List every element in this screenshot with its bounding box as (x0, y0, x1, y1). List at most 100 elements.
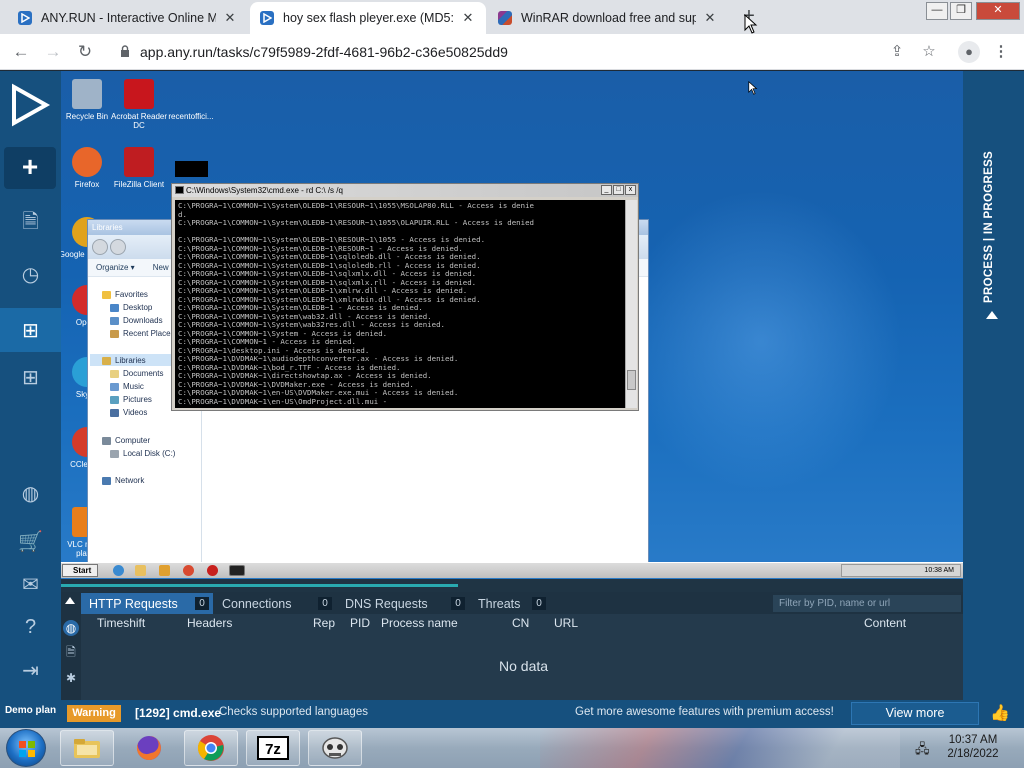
anyrun-logo-icon[interactable] (8, 81, 52, 129)
history-icon[interactable]: ◷ (0, 252, 61, 296)
tree-item[interactable]: Libraries (102, 356, 146, 365)
cmd-scrollbar[interactable] (625, 200, 637, 408)
close-tab-icon[interactable]: ✕ (460, 10, 476, 26)
taskbar-7zip[interactable]: 7z (246, 730, 300, 766)
tree-item[interactable]: Local Disk (C:) (110, 449, 175, 458)
lock-icon (120, 44, 130, 60)
column-pid[interactable]: PID (350, 616, 370, 630)
restore-window-button[interactable]: ❐ (950, 2, 972, 20)
filter-input[interactable]: Filter by PID, name or url (773, 595, 961, 612)
desktop-icon-filezilla[interactable]: FileZilla Client (109, 147, 169, 189)
taskbar-chrome[interactable] (184, 730, 238, 766)
debug-icon[interactable]: ✱ (63, 670, 79, 686)
cmd-console[interactable]: C:\PROGRA~1\COMMON~1\System\OLEDB~1\RESO… (175, 200, 625, 408)
reload-icon[interactable]: ↻ (74, 41, 96, 63)
collapse-panel-icon[interactable] (65, 597, 75, 604)
back-arrow-icon[interactable]: ← (10, 41, 32, 63)
tree-item[interactable]: Documents (110, 369, 163, 378)
cmd-task-icon[interactable] (229, 565, 245, 576)
browser-tab-anyrun[interactable]: ANY.RUN - Interactive Online Ma ✕ (8, 2, 248, 34)
star-icon (102, 290, 111, 299)
view-more-button[interactable]: View more (851, 702, 979, 725)
network-status-icon[interactable]: 🖧 (915, 740, 931, 756)
browser-tab-winrar[interactable]: WinRAR download free and supp ✕ (488, 2, 728, 34)
chrome-icon (197, 735, 224, 761)
thumbs-up-icon[interactable]: 👍 (989, 703, 1011, 725)
ie-icon[interactable] (113, 565, 124, 576)
organize-button[interactable]: Organize ▾ (96, 263, 135, 272)
cmd-titlebar: C:\Windows\System32\cmd.exe - rd C:\ /s … (172, 184, 638, 197)
promo-text: Get more awesome features with premium a… (575, 706, 834, 718)
tab-count: 0 (451, 597, 465, 610)
forward-button[interactable] (110, 239, 126, 255)
bookmark-star-icon[interactable]: ☆ (918, 41, 940, 63)
new-task-button[interactable]: + (4, 147, 56, 189)
tree-item[interactable]: Videos (110, 408, 147, 417)
desktop-icon-label: recentoffici... (168, 112, 214, 121)
opera-icon[interactable] (207, 565, 218, 576)
cmd-minimize-button[interactable]: _ (601, 185, 612, 195)
windows-start-orb[interactable] (6, 729, 46, 767)
chrome-icon[interactable] (183, 565, 194, 576)
column-rep[interactable]: Rep (313, 616, 335, 630)
share-icon[interactable]: ⇪ (886, 41, 908, 63)
tab-connections[interactable]: Connections 0 (214, 593, 334, 614)
tree-item[interactable]: Network (102, 476, 144, 485)
media-icon[interactable] (159, 565, 170, 576)
explorer-icon[interactable] (135, 565, 146, 576)
tab-count: 0 (195, 597, 209, 610)
reports-icon[interactable]: 🗎 (0, 202, 61, 246)
process-status-strip[interactable]: PROCESS | IN PROGRESS (963, 71, 1024, 700)
scrollbar-thumb[interactable] (627, 370, 636, 390)
column-timeshift[interactable]: Timeshift (97, 616, 145, 630)
help-icon[interactable]: ? (0, 605, 61, 649)
tree-item[interactable]: Computer (102, 436, 150, 445)
back-button[interactable] (92, 239, 108, 255)
mail-icon[interactable]: ✉ (0, 562, 61, 606)
vm-screen[interactable]: Recycle Bin Acrobat Reader DC recentoffi… (61, 71, 963, 579)
tree-item[interactable]: Music (110, 382, 144, 391)
cmd-window[interactable]: C:\Windows\System32\cmd.exe - rd C:\ /s … (171, 183, 639, 411)
tree-item[interactable]: Desktop (110, 303, 152, 312)
column-cn[interactable]: CN (512, 616, 529, 630)
desktop-icon-acrobat[interactable]: Acrobat Reader DC (109, 79, 169, 130)
browser-menu-icon[interactable]: ⋮ (990, 41, 1012, 63)
profile-avatar-icon[interactable]: ● (958, 41, 980, 63)
files-icon[interactable]: 🗎 (63, 644, 79, 660)
network-globe-icon[interactable]: ◍ (63, 620, 79, 636)
cmd-close-button[interactable]: x (625, 185, 636, 195)
tree-item[interactable]: Downloads (110, 316, 163, 325)
tab-http-requests[interactable]: HTTP Requests 0 (81, 593, 213, 614)
column-url[interactable]: URL (554, 616, 578, 630)
tree-item[interactable]: Favorites (102, 290, 148, 299)
forward-arrow-icon[interactable]: → (42, 41, 64, 63)
taskbar-explorer[interactable] (60, 730, 114, 766)
desktop-icon-recentoffice[interactable]: recentoffici... (161, 79, 221, 121)
column-process-name[interactable]: Process name (381, 616, 458, 630)
close-tab-icon[interactable]: ✕ (222, 10, 238, 26)
close-window-button[interactable]: ✕ (976, 2, 1020, 20)
browser-tab-task[interactable]: hoy sex flash pleyer.exe (MD5: 0 ✕ (250, 2, 486, 34)
minimize-window-button[interactable]: — (926, 2, 948, 20)
tab-threats[interactable]: Threats 0 (470, 593, 550, 614)
cmd-maximize-button[interactable]: □ (613, 185, 624, 195)
logout-icon[interactable]: ⇥ (0, 648, 61, 692)
new-folder-button[interactable]: New (153, 263, 169, 272)
tab-label: Connections (222, 596, 292, 611)
close-tab-icon[interactable]: ✕ (702, 10, 718, 26)
globe-icon[interactable]: ◍ (0, 471, 61, 515)
tree-item[interactable]: Recent Places (110, 329, 175, 338)
column-headers[interactable]: Headers (187, 616, 232, 630)
cart-icon[interactable]: 🛒 (0, 519, 61, 563)
tree-item[interactable]: Pictures (110, 395, 152, 404)
column-content[interactable]: Content (864, 616, 906, 630)
vm-start-button[interactable]: Start (62, 564, 98, 577)
taskbar-firefox[interactable] (122, 730, 176, 766)
host-clock[interactable]: 10:37 AM 2/18/2022 (942, 733, 1004, 761)
address-bar[interactable]: app.any.run/tasks/c79f5989-2fdf-4681-96b… (108, 39, 950, 65)
taskbar-app[interactable] (308, 730, 362, 766)
windows-public-icon[interactable]: ⊞ (0, 355, 61, 399)
tab-dns-requests[interactable]: DNS Requests 0 (337, 593, 467, 614)
process-name-link[interactable]: [1292] cmd.exe (135, 706, 221, 720)
windows-task-icon[interactable]: ⊞ (0, 308, 61, 352)
